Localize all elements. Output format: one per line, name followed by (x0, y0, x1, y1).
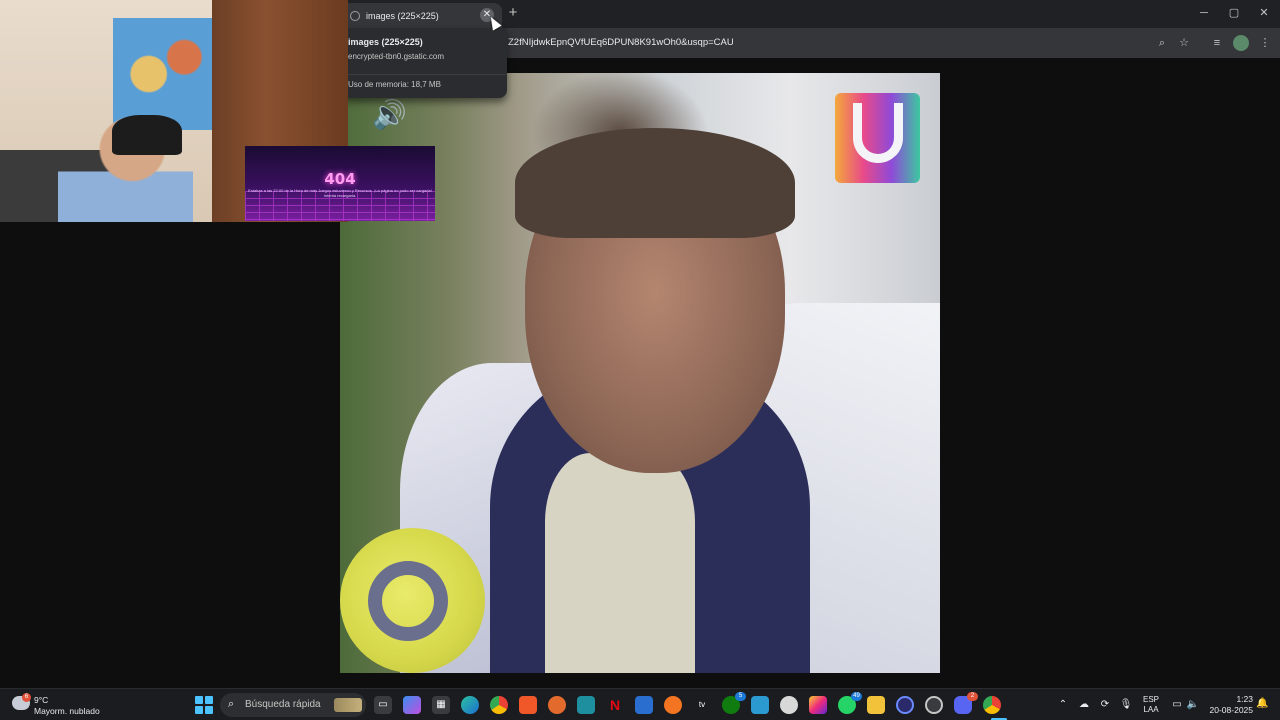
zoom-icon[interactable]: ⌕ (1154, 35, 1170, 51)
close-window-button[interactable]: ✕ (1252, 4, 1276, 22)
notes-icon[interactable] (751, 696, 769, 714)
apple-tv-icon[interactable]: tv (693, 696, 711, 714)
search-placeholder: Búsqueda rápida (245, 699, 321, 710)
whatsapp-icon[interactable]: 49 (838, 692, 862, 714)
image-shirt (545, 453, 695, 673)
error-message: Estabas a las 22:00 de la Hora de más Ju… (248, 188, 432, 198)
speaker-icon: 🔊 (372, 99, 407, 130)
profile-icon[interactable] (1233, 35, 1249, 51)
menu-icon[interactable]: ⋮ (1257, 35, 1273, 51)
hover-card-domain: encrypted-tbn0.gstatic.com (348, 52, 445, 61)
brave-icon[interactable] (519, 696, 537, 714)
system-clock[interactable]: 1:23 20-08-2025 (1203, 694, 1253, 716)
tab-title: images (225×225) (366, 10, 439, 21)
windows-logo-pane (195, 696, 203, 704)
whatsapp-badge: 49 (851, 692, 862, 701)
circle-app-icon[interactable] (896, 696, 914, 714)
obs-icon[interactable] (925, 696, 943, 714)
search-icon: ⌕ (228, 698, 235, 710)
image-microphone-logo (368, 561, 448, 641)
weather-temp: 9°C (34, 695, 49, 705)
chrome-active-icon[interactable] (983, 696, 1001, 714)
teal-app-icon[interactable] (577, 696, 595, 714)
blue-app-icon[interactable] (635, 696, 653, 714)
netflix-icon[interactable]: N (606, 696, 624, 714)
maximize-button[interactable]: ▢ (1222, 4, 1246, 22)
search-highlight-image (334, 698, 362, 712)
browser-page-content: 🔊 (340, 58, 1280, 688)
weather-desc: Mayorm. nublado (34, 706, 100, 716)
address-bar-url[interactable]: Z2fNIjdwkEpnQVfUEq6DPUN8K91wOh0&usqp=CAU (508, 37, 734, 48)
onedrive-icon[interactable]: ☁ (1077, 698, 1091, 712)
minimize-button[interactable]: ─ (1192, 4, 1216, 22)
globe-icon (350, 10, 360, 21)
desktop-screen: 🔊 images (225×225) ✕ + ─ ▢ ✕ Z2fNIjdwkEp… (0, 0, 1280, 720)
error-404-overlay: 404 Estabas a las 22:00 de la Hora de má… (245, 146, 435, 221)
hover-card-memory: Uso de memoria: 18,7 MB (348, 80, 441, 89)
sync-icon[interactable]: ⟳ (1098, 698, 1112, 712)
copilot-icon[interactable] (403, 696, 421, 714)
tab-active[interactable]: images (225×225) ✕ (342, 3, 502, 28)
chrome-icon[interactable] (490, 696, 508, 714)
notification-bell-icon[interactable]: 🔔 (1256, 698, 1268, 712)
xbox-badge: 5 (735, 692, 746, 701)
windows-taskbar: 6 9°C Mayorm. nublado ⌕ Búsqueda rápida … (0, 688, 1280, 720)
edge-icon[interactable] (461, 696, 479, 714)
orange-app-icon[interactable] (548, 696, 566, 714)
hover-card-divider (342, 74, 507, 75)
network-icon[interactable]: ▭ (1170, 698, 1184, 712)
weather-badge: 6 (22, 693, 31, 702)
tab-hover-card: images (225×225) encrypted-tbn0.gstatic.… (342, 28, 507, 98)
hover-card-title: images (225×225) (348, 37, 423, 47)
windows-logo-pane (195, 706, 203, 714)
webcam-headset (112, 115, 182, 155)
clock-date: 20-08-2025 (1209, 705, 1253, 715)
language-code: ESP (1143, 695, 1160, 704)
keyboard-layout: LAA (1143, 705, 1159, 714)
clock-time: 1:23 (1236, 694, 1253, 704)
crunchyroll-icon[interactable] (664, 696, 682, 714)
task-view-icon[interactable]: ▭ (374, 696, 392, 714)
chevron-up-icon[interactable]: ⌃ (1056, 698, 1070, 712)
discord-badge: 2 (967, 692, 978, 701)
file-explorer-icon[interactable] (867, 696, 885, 714)
error-code: 404 (324, 170, 356, 188)
media-icon[interactable]: ≡ (1209, 35, 1225, 51)
xbox-icon[interactable]: 5 (722, 692, 746, 714)
instagram-icon[interactable] (809, 696, 827, 714)
chatgpt-icon[interactable] (780, 696, 798, 714)
start-button[interactable] (195, 696, 213, 714)
image-hair (515, 128, 795, 238)
weather-widget[interactable]: 6 9°C Mayorm. nublado (12, 693, 122, 717)
taskbar-search[interactable]: ⌕ Búsqueda rápida (220, 693, 366, 717)
windows-logo-pane (205, 706, 213, 714)
image-channel-logo-glyph (853, 103, 903, 163)
new-tab-button[interactable]: + (505, 5, 521, 21)
volume-icon[interactable]: 🔈 (1186, 698, 1200, 712)
windows-logo-pane (205, 696, 213, 704)
discord-icon[interactable]: 2 (954, 692, 978, 714)
store-icon[interactable]: ▦ (432, 696, 450, 714)
microphone-icon[interactable]: 🎙 (1119, 698, 1133, 712)
bookmark-star-icon[interactable]: ☆ (1176, 35, 1192, 51)
language-indicator[interactable]: ESP LAA (1143, 695, 1159, 715)
